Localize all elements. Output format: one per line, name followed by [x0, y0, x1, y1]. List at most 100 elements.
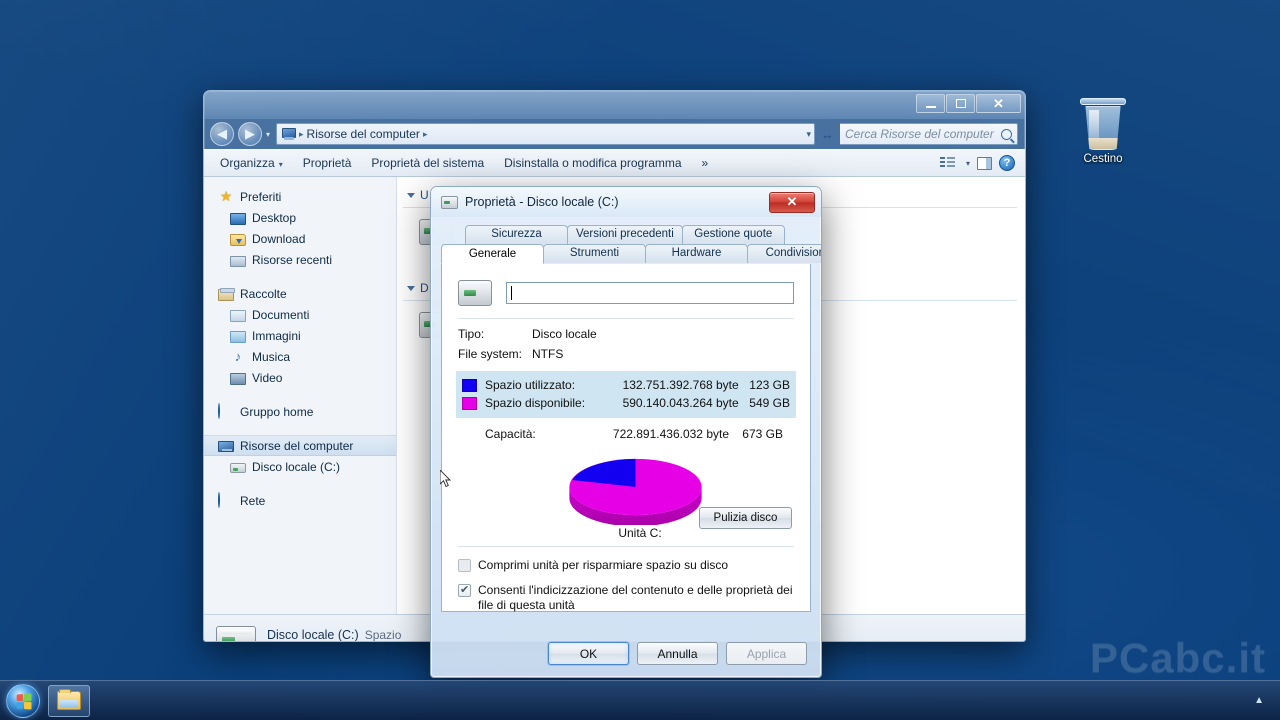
tab-versioni-precedenti[interactable]: Versioni precedenti	[567, 225, 683, 244]
space-usage-block: Spazio utilizzato: 132.751.392.768 byte …	[456, 371, 796, 418]
checkbox-label-indicizzazione: Consenti l'indicizzazione del contenuto …	[478, 583, 793, 612]
address-dropdown-icon[interactable]: ▾	[806, 129, 811, 140]
info-value-tipo: Disco locale	[532, 327, 597, 341]
toolbar-item-proprieta-sistema[interactable]: Proprietà del sistema	[361, 151, 494, 175]
sidebar-item-documenti[interactable]: Documenti	[204, 304, 396, 325]
info-row-filesystem: File system: NTFS	[456, 344, 796, 364]
windows-logo-icon	[16, 692, 32, 710]
space-label-used: Spazio utilizzato:	[485, 378, 576, 392]
sidebar-label-musica: Musica	[252, 349, 291, 364]
tab-sicurezza[interactable]: Sicurezza	[465, 225, 568, 244]
details-title: Disco locale (C:)	[267, 627, 359, 642]
toolbar-label-organizza: Organizza	[220, 156, 275, 170]
sidebar-item-preferiti[interactable]: ★ Preferiti	[204, 186, 396, 207]
music-icon: ♪	[234, 349, 242, 364]
toolbar-item-organizza[interactable]: Organizza ▾	[210, 151, 293, 175]
toolbar-item-disinstalla[interactable]: Disinstalla o modifica programma	[494, 151, 691, 175]
maximize-button[interactable]	[946, 94, 975, 113]
properties-dialog: Proprietà - Disco locale (C:) ✕ Sicurezz…	[430, 186, 822, 678]
dialog-titlebar[interactable]: Proprietà - Disco locale (C:) ✕	[431, 187, 821, 217]
ok-button[interactable]: OK	[548, 642, 629, 665]
space-row-free: Spazio disponibile: 590.140.043.264 byte…	[462, 394, 790, 412]
checkbox-indicizzazione[interactable]	[458, 583, 471, 598]
recycle-bin-icon	[1085, 106, 1121, 150]
close-button[interactable]: ✕	[976, 94, 1021, 113]
sidebar-label-download: Download	[252, 231, 306, 246]
refresh-icon[interactable]: ↔	[819, 127, 836, 142]
cancel-button[interactable]: Annulla	[637, 642, 718, 665]
info-row-tipo: Tipo: Disco locale	[456, 319, 796, 344]
dialog-close-button[interactable]: ✕	[769, 191, 815, 213]
minimize-button[interactable]	[916, 94, 945, 113]
history-dropdown-icon[interactable]: ▾	[266, 130, 270, 139]
text-caret	[511, 286, 512, 300]
tab-hardware[interactable]: Hardware	[645, 244, 748, 263]
tabs-area: Sicurezza Versioni precedenti Gestione q…	[431, 217, 821, 264]
sidebar-label-gruppo-home: Gruppo home	[240, 404, 314, 419]
details-subtitle-suffix: Spaz	[338, 642, 417, 643]
sidebar-item-desktop[interactable]: Desktop	[204, 207, 396, 228]
disk-usage-chart: Unità C: Pulizia disco	[456, 447, 796, 542]
nav-group-preferiti: ★ Preferiti Desktop Download Risorse rec…	[204, 186, 396, 270]
tab-row-top: Sicurezza Versioni precedenti Gestione q…	[441, 225, 811, 244]
taskbar-item-explorer[interactable]	[48, 684, 90, 717]
toolbar-item-proprieta[interactable]: Proprietà	[293, 151, 362, 175]
sidebar-item-video[interactable]: Video	[204, 367, 396, 388]
checkbox-row-indicizzazione[interactable]: Consenti l'indicizzazione del contenuto …	[456, 578, 796, 618]
back-button[interactable]: ◀	[210, 122, 234, 146]
forward-button[interactable]: ▶	[238, 122, 262, 146]
details-title-line: Disco locale (C:) Spazio	[267, 628, 417, 642]
capacity-label: Capacità:	[485, 427, 536, 441]
disk-cleanup-button[interactable]: Pulizia disco	[699, 507, 792, 529]
sidebar-label-raccolte: Raccolte	[240, 286, 287, 301]
capacity-gb: 673 GB	[742, 427, 783, 441]
search-input[interactable]: Cerca Risorse del computer	[840, 123, 1018, 145]
details-subtitle-line: Disco locale Spaz	[267, 642, 417, 643]
sidebar-item-disco-locale-c[interactable]: Disco locale (C:)	[204, 456, 396, 477]
sidebar-item-gruppo-home[interactable]: Gruppo home	[204, 401, 396, 422]
watermark: PCabc.it	[1089, 634, 1266, 681]
details-text: Disco locale (C:) Spazio Disco locale Sp…	[267, 628, 417, 643]
breadcrumb-separator-icon-2: ▸	[422, 128, 428, 139]
tab-generale[interactable]: Generale	[441, 244, 544, 264]
nav-group-rete: Rete	[204, 490, 396, 511]
sidebar-item-risorse-recenti[interactable]: Risorse recenti	[204, 249, 396, 270]
help-icon[interactable]: ?	[999, 155, 1015, 171]
volume-label-input[interactable]	[506, 282, 794, 304]
sidebar-item-raccolte[interactable]: Raccolte	[204, 283, 396, 304]
toolbar-overflow-button[interactable]: »	[692, 151, 719, 175]
change-view-icon[interactable]	[939, 156, 955, 170]
space-row-used: Spazio utilizzato: 132.751.392.768 byte …	[462, 376, 790, 394]
checkbox-comprimi[interactable]	[458, 559, 471, 572]
sidebar-item-rete[interactable]: Rete	[204, 490, 396, 511]
preview-pane-icon[interactable]	[977, 156, 992, 170]
search-placeholder: Cerca Risorse del computer	[845, 127, 994, 141]
recycle-bin-label: Cestino	[1083, 153, 1123, 165]
start-button[interactable]	[6, 683, 40, 718]
view-dropdown-icon[interactable]: ▾	[966, 159, 970, 168]
tray-overflow-icon[interactable]: ▲	[1254, 695, 1264, 706]
maximize-icon	[955, 99, 966, 108]
minimize-icon	[925, 105, 936, 108]
tab-condivisione[interactable]: Condivisione	[747, 244, 821, 263]
drive-icon	[216, 626, 256, 641]
recent-places-icon	[230, 255, 246, 267]
details-title-suffix: Spazio	[364, 627, 402, 642]
checkbox-row-comprimi[interactable]: Comprimi unità per risparmiare spazio su…	[456, 553, 796, 578]
sidebar-item-download[interactable]: Download	[204, 228, 396, 249]
explorer-titlebar[interactable]: ✕	[204, 91, 1025, 119]
breadcrumb-path[interactable]: Risorse del computer	[307, 127, 420, 141]
address-bar[interactable]: ▸ Risorse del computer ▸ ▾	[276, 123, 815, 145]
details-subtitle: Disco locale	[267, 642, 332, 643]
sidebar-item-musica[interactable]: ♪ Musica	[204, 346, 396, 367]
sidebar-item-immagini[interactable]: Immagini	[204, 325, 396, 346]
tab-strumenti[interactable]: Strumenti	[543, 244, 646, 263]
desktop-icon-recycle-bin[interactable]: Cestino	[1068, 98, 1138, 165]
sidebar-item-risorse-del-computer[interactable]: Risorse del computer	[204, 435, 396, 456]
divider-2	[458, 546, 794, 547]
capacity-row: Capacità: 722.891.436.032 byte 673 GB	[456, 420, 796, 441]
tab-gestione-quote[interactable]: Gestione quote	[681, 225, 785, 244]
space-bytes-used: 132.751.392.768 byte	[622, 378, 739, 392]
window-controls: ✕	[916, 94, 1021, 113]
sidebar-label-immagini: Immagini	[252, 328, 301, 343]
